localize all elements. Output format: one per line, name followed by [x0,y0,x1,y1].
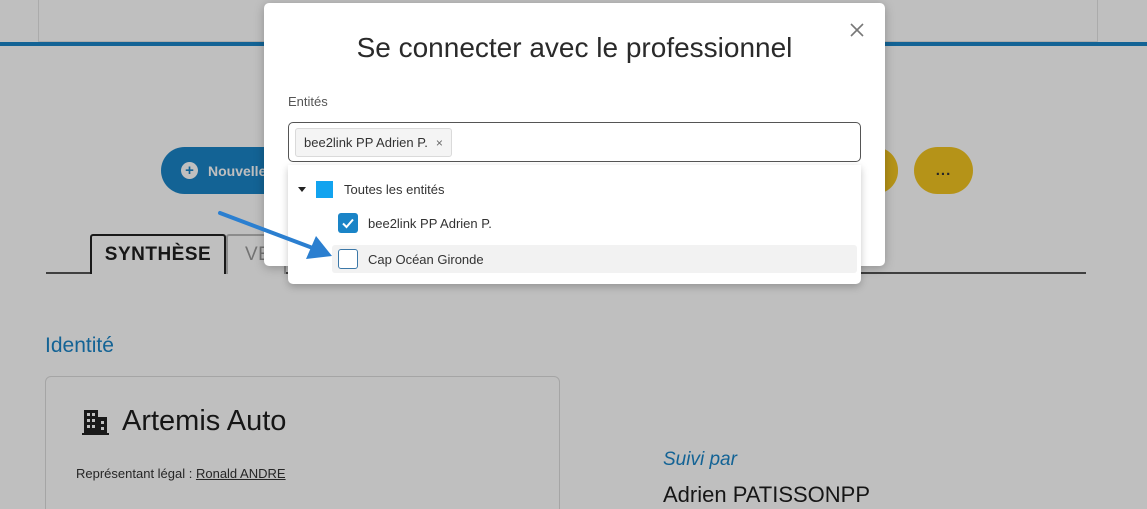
partial-select-checkbox[interactable] [316,180,333,198]
tree-item-label: bee2link PP Adrien P. [368,215,492,231]
checkmark-icon [342,218,354,229]
tree-item-cap-ocean[interactable]: Cap Océan Gironde [338,247,484,271]
modal-title: Se connecter avec le professionnel [356,32,793,63]
checkbox-unchecked[interactable] [338,249,358,269]
tree-item-all-entities[interactable]: Toutes les entités [298,178,444,200]
tag-label: bee2link PP Adrien P. [304,135,428,150]
tree-item-label: Toutes les entités [344,181,445,197]
tree-item-bee2link[interactable]: bee2link PP Adrien P. [338,212,492,234]
selected-tag: bee2link PP Adrien P. × [295,128,452,157]
caret-down-icon[interactable] [298,186,306,192]
entities-dropdown: Toutes les entités bee2link PP Adrien P.… [288,165,861,284]
tag-remove-icon[interactable]: × [436,136,443,150]
entities-select[interactable]: bee2link PP Adrien P. × [288,122,861,162]
tree-item-label: Cap Océan Gironde [368,251,484,267]
entities-label: Entités [288,94,328,109]
checkbox-checked[interactable] [338,213,358,233]
close-icon[interactable] [849,22,865,38]
